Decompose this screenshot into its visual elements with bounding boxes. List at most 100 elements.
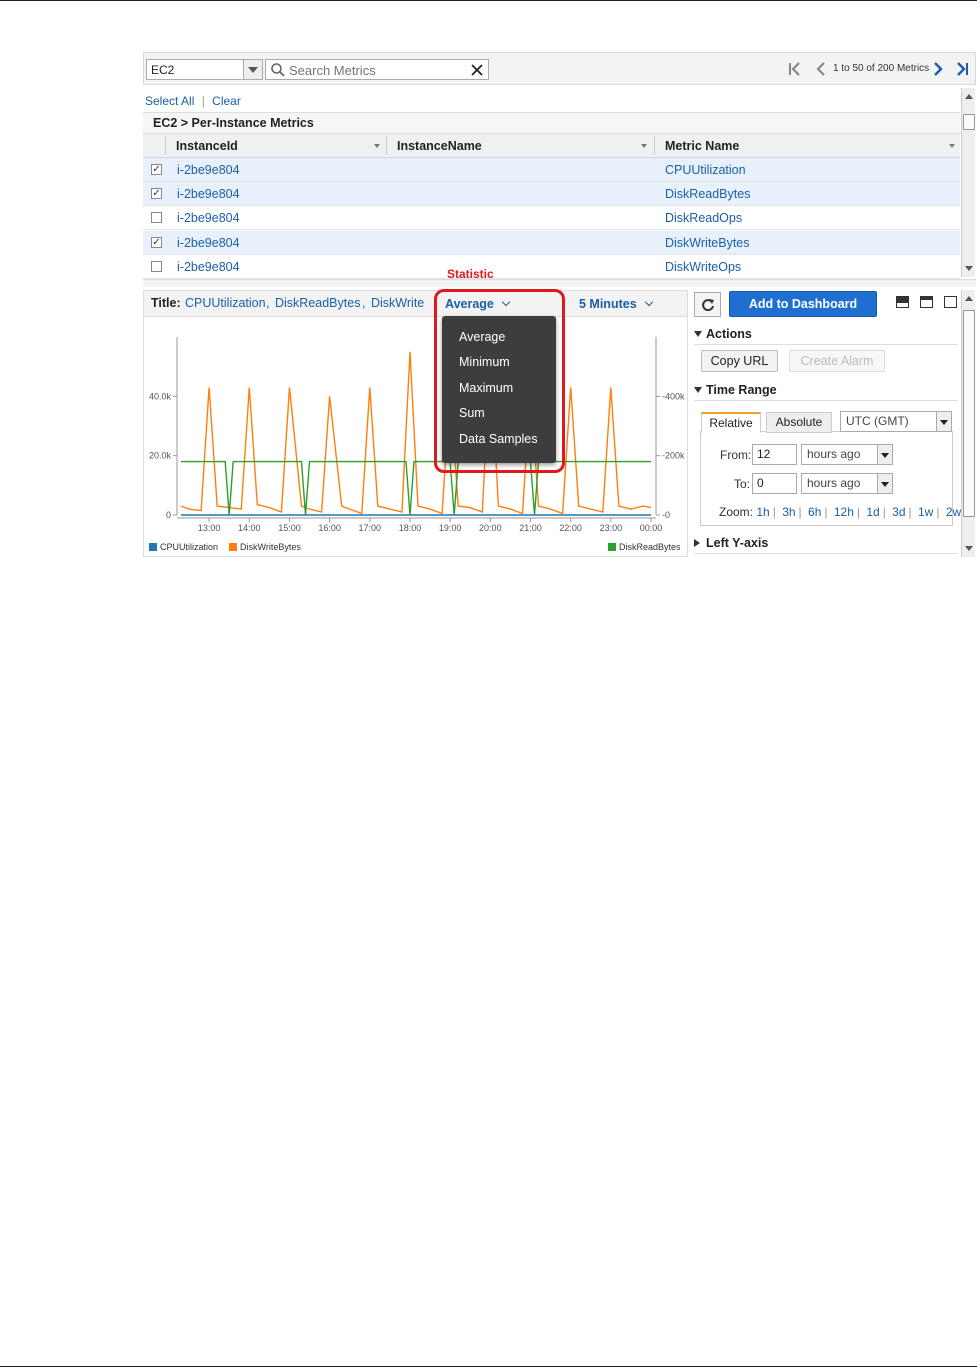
collapse-triangle-icon	[694, 387, 702, 393]
layout-medium-icon[interactable]	[920, 296, 933, 308]
scroll-down-icon[interactable]	[965, 266, 973, 271]
zoom-3d[interactable]: 3d	[892, 505, 905, 519]
table-row[interactable]: i-2be9e804 DiskReadOps	[143, 206, 960, 230]
instance-id-cell[interactable]: i-2be9e804	[177, 236, 240, 250]
scroll-up-icon[interactable]	[965, 94, 973, 99]
chevron-down-icon[interactable]	[243, 60, 262, 79]
scroll-down-icon[interactable]	[965, 546, 973, 551]
zoom-6h[interactable]: 6h	[808, 505, 821, 519]
from-unit-select[interactable]: hours ago	[801, 444, 893, 465]
metric-name-cell[interactable]: DiskWriteOps	[665, 260, 741, 274]
table-row[interactable]: ✓ i-2be9e804 CPUUtilization	[143, 158, 960, 182]
grid-scrollbar[interactable]	[961, 88, 975, 277]
graph-title-metric[interactable]: CPUUtilization	[185, 296, 266, 310]
legend-label: DiskReadBytes	[619, 542, 681, 552]
sort-caret-icon[interactable]	[374, 144, 380, 148]
from-unit-value: hours ago	[807, 447, 861, 461]
x-tick-label: 15:00	[278, 523, 301, 533]
metric-name-cell[interactable]: DiskReadBytes	[665, 187, 750, 201]
row-checkbox[interactable]	[151, 261, 162, 272]
scroll-thumb[interactable]	[963, 310, 975, 517]
zoom-1w[interactable]: 1w	[918, 505, 933, 519]
zoom-1d[interactable]: 1d	[866, 505, 879, 519]
chevron-down-icon[interactable]	[877, 474, 892, 493]
actions-section-header[interactable]: Actions	[694, 327, 752, 341]
timezone-select[interactable]: UTC (GMT)	[840, 411, 952, 432]
y-tick-label: 40.0k	[149, 391, 172, 401]
row-checkbox[interactable]: ✓	[151, 164, 162, 175]
graph-title-label: Title:	[151, 296, 181, 310]
to-unit-select[interactable]: hours ago	[801, 473, 893, 494]
graph-title-metric[interactable]: DiskWrite	[371, 296, 424, 310]
x-tick-label: 18:00	[399, 523, 422, 533]
column-header-metric-name[interactable]: Metric Name	[665, 139, 739, 153]
metric-name-cell[interactable]: CPUUtilization	[665, 163, 746, 177]
time-range-section-header[interactable]: Time Range	[694, 383, 777, 397]
scroll-thumb[interactable]	[963, 114, 975, 130]
instance-id-cell[interactable]: i-2be9e804	[177, 211, 240, 225]
search-input[interactable]	[287, 62, 471, 79]
zoom-3h[interactable]: 3h	[782, 505, 795, 519]
instance-id-cell[interactable]: i-2be9e804	[177, 260, 240, 274]
to-value-input[interactable]: 0	[752, 473, 797, 494]
x-tick-label: 13:00	[198, 523, 221, 533]
metric-name-cell[interactable]: DiskReadOps	[665, 211, 742, 225]
chevron-down-icon[interactable]	[877, 445, 892, 464]
zoom-1h[interactable]: 1h	[756, 505, 769, 519]
add-to-dashboard-button[interactable]: Add to Dashboard	[729, 291, 877, 317]
select-all-link[interactable]: Select All	[145, 94, 194, 108]
column-separator	[654, 136, 655, 155]
zoom-2w[interactable]: 2w	[946, 505, 961, 519]
pane-splitter[interactable]	[143, 279, 976, 287]
sort-caret-icon[interactable]	[949, 144, 955, 148]
next-page-icon[interactable]	[930, 60, 946, 78]
last-page-icon[interactable]	[954, 60, 970, 78]
create-alarm-button[interactable]: Create Alarm	[789, 350, 885, 372]
graph-title-separator: ,	[362, 296, 366, 310]
table-row[interactable]: ✓ i-2be9e804 DiskReadBytes	[143, 182, 960, 206]
x-icon[interactable]	[471, 64, 483, 76]
collapse-triangle-icon	[694, 331, 702, 337]
column-header-instancename[interactable]: InstanceName	[397, 139, 482, 153]
metric-name-cell[interactable]: DiskWriteBytes	[665, 236, 750, 250]
expand-triangle-icon	[694, 539, 700, 547]
sort-caret-icon[interactable]	[641, 144, 647, 148]
zoom-12h[interactable]: 12h	[834, 505, 854, 519]
legend-swatch	[149, 543, 157, 551]
to-unit-value: hours ago	[807, 476, 861, 490]
tab-relative[interactable]: Relative	[701, 412, 761, 433]
column-separator	[386, 136, 387, 155]
layout-large-icon[interactable]	[944, 296, 957, 308]
instance-id-cell[interactable]: i-2be9e804	[177, 187, 240, 201]
left-y-axis-section-header[interactable]: Left Y-axis	[694, 536, 768, 550]
scroll-up-icon[interactable]	[965, 296, 973, 301]
left-y-axis-title: Left Y-axis	[706, 536, 769, 550]
chevron-down-icon[interactable]	[936, 412, 951, 431]
layout-small-icon[interactable]	[896, 296, 909, 308]
first-page-icon[interactable]	[787, 60, 803, 78]
row-checkbox[interactable]: ✓	[151, 237, 162, 248]
to-label: To:	[734, 477, 751, 491]
graph-title-metric[interactable]: DiskReadBytes	[275, 296, 360, 310]
copy-url-button[interactable]: Copy URL	[701, 350, 778, 372]
table-row[interactable]: ✓ i-2be9e804 DiskWriteBytes	[143, 231, 960, 255]
instance-id-cell[interactable]: i-2be9e804	[177, 163, 240, 177]
column-header-instanceid[interactable]: InstanceId	[176, 139, 238, 153]
options-scrollbar[interactable]	[961, 290, 975, 557]
clear-link[interactable]: Clear	[212, 94, 241, 108]
table-row[interactable]: i-2be9e804 DiskWriteOps	[143, 255, 960, 279]
x-tick-label: 22:00	[559, 523, 582, 533]
from-value-input[interactable]: 12	[752, 444, 797, 465]
period-dropdown[interactable]: 5 Minutes	[579, 297, 653, 311]
namespace-select[interactable]: EC2	[146, 59, 263, 80]
row-checkbox[interactable]	[151, 212, 162, 223]
annotation-highlight	[434, 289, 565, 473]
tab-absolute[interactable]: Absolute	[766, 412, 832, 433]
period-value: 5 Minutes	[579, 297, 637, 311]
x-tick-label: 14:00	[238, 523, 261, 533]
legend-item: DiskReadBytes	[608, 542, 681, 552]
row-checkbox[interactable]: ✓	[151, 188, 162, 199]
prev-page-icon[interactable]	[813, 60, 829, 78]
refresh-button[interactable]	[694, 292, 721, 317]
legend-swatch	[608, 543, 616, 551]
